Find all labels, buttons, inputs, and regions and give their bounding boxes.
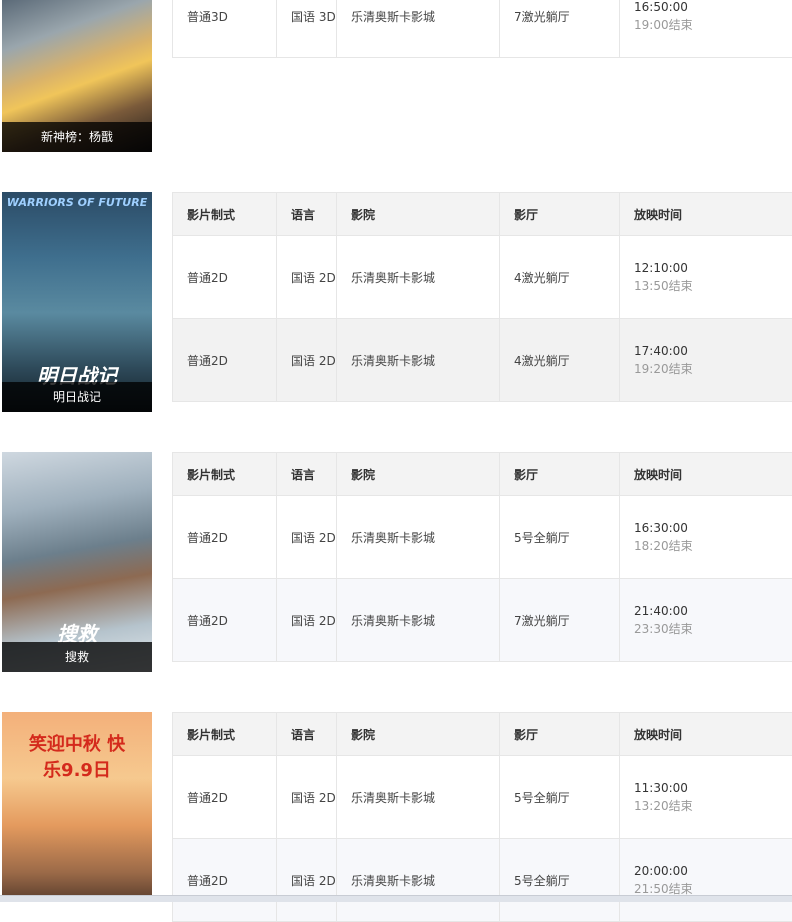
showtime-table: 影片制式 语言 影院 影厅 放映时间 普通2D 国语 2D 乐清奥斯卡影城 5号… — [172, 452, 792, 662]
movie-poster[interactable]: 笑迎中秋 快乐9.9日 — [2, 712, 152, 901]
header-language: 语言 — [277, 453, 337, 496]
showtime-cell: 20:00:00 21:50结束 — [620, 839, 792, 922]
header-format: 影片制式 — [173, 453, 277, 496]
showtime-cell: 11:30:00 13:20结束 — [620, 756, 792, 839]
hall-cell: 5号全躺厅 — [500, 756, 620, 839]
end-time: 19:00结束 — [634, 16, 792, 33]
showtime-table: 影片制式 语言 影院 影厅 放映时间 普通2D 国语 2D 乐清奥斯卡影城 5号… — [172, 712, 792, 922]
cinema-cell: 乐清奥斯卡影城 — [337, 0, 500, 58]
poster-headline: 笑迎中秋 快乐9.9日 — [2, 732, 152, 784]
language-cell: 国语 2D — [277, 756, 337, 839]
table-row[interactable]: 普通2D 国语 2D 乐清奥斯卡影城 5号全躺厅 20:00:00 21:50结… — [173, 839, 792, 922]
showtime-table: 普通3D 国语 3D 乐清奥斯卡影城 7激光躺厅 16:50:00 19:00结… — [172, 0, 792, 58]
language-cell: 国语 3D — [277, 0, 337, 58]
language-cell: 国语 2D — [277, 579, 337, 662]
format-cell: 普通2D — [173, 496, 277, 579]
end-time: 23:30结束 — [634, 620, 792, 637]
movie-title[interactable]: 明日战记 — [2, 382, 152, 412]
cinema-cell: 乐清奥斯卡影城 — [337, 756, 500, 839]
hall-cell: 4激光躺厅 — [500, 236, 620, 319]
hall-cell: 7激光躺厅 — [500, 579, 620, 662]
format-cell: 普通3D — [173, 0, 277, 58]
hall-cell: 5号全躺厅 — [500, 496, 620, 579]
end-time: 19:20结束 — [634, 360, 792, 377]
table-header: 影片制式 语言 影院 影厅 放映时间 — [173, 453, 792, 496]
start-time: 11:30:00 — [634, 781, 792, 795]
header-language: 语言 — [277, 713, 337, 756]
format-cell: 普通2D — [173, 579, 277, 662]
end-time: 21:50结束 — [634, 880, 792, 897]
format-cell: 普通2D — [173, 839, 277, 922]
showtime-cell: 16:30:00 18:20结束 — [620, 496, 792, 579]
header-hall: 影厅 — [500, 453, 620, 496]
start-time: 20:00:00 — [634, 864, 792, 878]
format-cell: 普通2D — [173, 319, 277, 402]
table-header: 影片制式 语言 影院 影厅 放映时间 — [173, 713, 792, 756]
movie-title[interactable]: 新神榜：杨戬 — [2, 122, 152, 152]
table-row[interactable]: 普通2D 国语 2D 乐清奥斯卡影城 5号全躺厅 11:30:00 13:20结… — [173, 756, 792, 839]
header-showtime: 放映时间 — [620, 193, 792, 236]
language-cell: 国语 2D — [277, 236, 337, 319]
poster-headline: WARRIORS OF FUTURE — [2, 196, 152, 209]
start-time: 17:40:00 — [634, 344, 792, 358]
table-row[interactable]: 普通2D 国语 2D 乐清奥斯卡影城 4激光躺厅 12:10:00 13:50结… — [173, 236, 792, 319]
movie-poster[interactable]: WARRIORS OF FUTURE 明日战记 明日战记 — [2, 192, 152, 412]
movie-poster[interactable]: 新神榜：杨戬 — [2, 0, 152, 152]
showtime-cell: 12:10:00 13:50结束 — [620, 236, 792, 319]
header-showtime: 放映时间 — [620, 713, 792, 756]
table-row[interactable]: 普通2D 国语 2D 乐清奥斯卡影城 5号全躺厅 16:30:00 18:20结… — [173, 496, 792, 579]
start-time: 21:40:00 — [634, 604, 792, 618]
format-cell: 普通2D — [173, 236, 277, 319]
start-time: 16:50:00 — [634, 0, 792, 14]
cinema-cell: 乐清奥斯卡影城 — [337, 319, 500, 402]
language-cell: 国语 2D — [277, 839, 337, 922]
movie-title[interactable]: 搜救 — [2, 642, 152, 672]
cinema-cell: 乐清奥斯卡影城 — [337, 579, 500, 662]
showtime-table: 影片制式 语言 影院 影厅 放映时间 普通2D 国语 2D 乐清奥斯卡影城 4激… — [172, 192, 792, 402]
cinema-cell: 乐清奥斯卡影城 — [337, 496, 500, 579]
table-header: 影片制式 语言 影院 影厅 放映时间 — [173, 193, 792, 236]
start-time: 16:30:00 — [634, 521, 792, 535]
movie-poster[interactable]: 搜救 搜救 — [2, 452, 152, 672]
cinema-cell: 乐清奥斯卡影城 — [337, 839, 500, 922]
end-time: 13:20结束 — [634, 797, 792, 814]
hall-cell: 4激光躺厅 — [500, 319, 620, 402]
end-time: 13:50结束 — [634, 277, 792, 294]
hall-cell: 7激光躺厅 — [500, 0, 620, 58]
header-format: 影片制式 — [173, 193, 277, 236]
showtime-cell: 16:50:00 19:00结束 — [620, 0, 792, 58]
header-cinema: 影院 — [337, 453, 500, 496]
header-showtime: 放映时间 — [620, 453, 792, 496]
language-cell: 国语 2D — [277, 496, 337, 579]
header-format: 影片制式 — [173, 713, 277, 756]
table-row[interactable]: 普通3D 国语 3D 乐清奥斯卡影城 7激光躺厅 16:50:00 19:00结… — [173, 0, 792, 58]
header-hall: 影厅 — [500, 713, 620, 756]
format-cell: 普通2D — [173, 756, 277, 839]
table-row[interactable]: 普通2D 国语 2D 乐清奥斯卡影城 4激光躺厅 17:40:00 19:20结… — [173, 319, 792, 402]
hall-cell: 5号全躺厅 — [500, 839, 620, 922]
header-cinema: 影院 — [337, 193, 500, 236]
language-cell: 国语 2D — [277, 319, 337, 402]
showtime-cell: 17:40:00 19:20结束 — [620, 319, 792, 402]
cinema-cell: 乐清奥斯卡影城 — [337, 236, 500, 319]
table-row[interactable]: 普通2D 国语 2D 乐清奥斯卡影城 7激光躺厅 21:40:00 23:30结… — [173, 579, 792, 662]
showtime-cell: 21:40:00 23:30结束 — [620, 579, 792, 662]
end-time: 18:20结束 — [634, 537, 792, 554]
start-time: 12:10:00 — [634, 261, 792, 275]
header-hall: 影厅 — [500, 193, 620, 236]
header-language: 语言 — [277, 193, 337, 236]
header-cinema: 影院 — [337, 713, 500, 756]
